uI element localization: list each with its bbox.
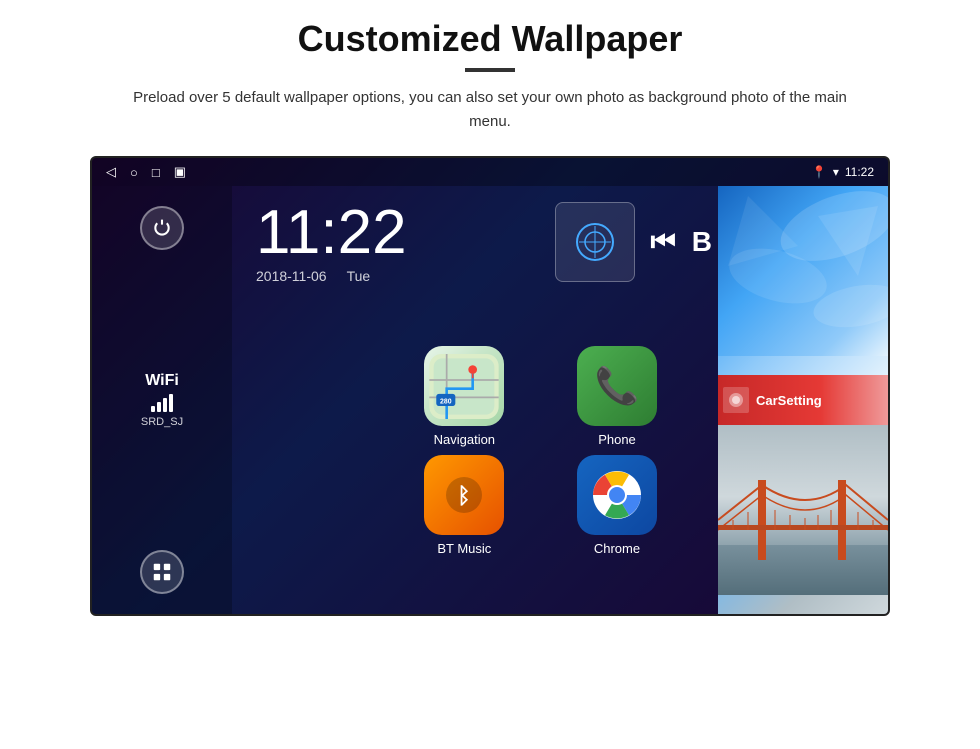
page-wrapper: Customized Wallpaper Preload over 5 defa… — [0, 0, 980, 749]
location-icon: 📍 — [812, 165, 827, 179]
svg-text:ᛒ: ᛒ — [458, 483, 471, 508]
nav-icons: ◁ ○ □ ▣ — [106, 164, 186, 180]
wallpaper-bridge[interactable] — [718, 425, 888, 614]
status-right: 📍 ▾ 11:22 — [812, 165, 874, 179]
media-row: ⏮ B — [555, 202, 712, 282]
btmusic-label: BT Music — [437, 541, 491, 556]
app-item-phone[interactable]: 📞 Phone — [545, 346, 690, 447]
wifi-status-icon: ▾ — [833, 165, 839, 179]
wifi-bar-3 — [163, 398, 167, 412]
screenshot-nav-icon[interactable]: ▣ — [174, 164, 186, 180]
page-subtitle: Preload over 5 default wallpaper options… — [120, 86, 860, 134]
chrome-label: Chrome — [594, 541, 640, 556]
navigation-label: Navigation — [434, 432, 495, 447]
left-sidebar: WiFi SRD_SJ — [92, 186, 232, 614]
app-item-btmusic[interactable]: ᛒ BT Music — [392, 455, 537, 556]
home-nav-icon[interactable]: ○ — [130, 165, 138, 180]
wifi-bar-2 — [157, 402, 161, 412]
phone-symbol: 📞 — [595, 365, 640, 407]
wifi-ssid: SRD_SJ — [141, 416, 183, 428]
power-button[interactable] — [140, 206, 184, 250]
title-divider — [465, 68, 515, 72]
navigation-icon[interactable]: 280 — [424, 346, 504, 426]
phone-label: Phone — [598, 432, 636, 447]
chrome-icon[interactable] — [577, 455, 657, 535]
app-item-navigation[interactable]: 280 Navigation — [392, 346, 537, 447]
center-content: 11:22 2018-11-06 Tue ⏮ B — [232, 186, 722, 614]
media-icon-box[interactable] — [555, 202, 635, 282]
wifi-info: WiFi SRD_SJ — [141, 372, 183, 428]
wallpaper-carsetting[interactable]: CarSetting — [718, 375, 888, 425]
status-time: 11:22 — [845, 165, 874, 179]
status-bar: ◁ ○ □ ▣ 📍 ▾ 11:22 — [92, 158, 888, 186]
media-letter-b: B — [692, 226, 712, 258]
wifi-label: WiFi — [141, 372, 183, 390]
btmusic-icon[interactable]: ᛒ — [424, 455, 504, 535]
svg-text:280: 280 — [440, 398, 452, 405]
android-screen: ◁ ○ □ ▣ 📍 ▾ 11:22 WiFi — [90, 156, 890, 616]
app-item-chrome[interactable]: Chrome — [545, 455, 690, 556]
wallpaper-ice[interactable] — [718, 186, 888, 375]
recent-nav-icon[interactable]: □ — [152, 165, 160, 180]
apps-button[interactable] — [140, 550, 184, 594]
carsetting-label: CarSetting — [756, 393, 822, 408]
wallpaper-panels: CarSetting — [718, 186, 888, 614]
media-prev-icon[interactable]: ⏮ — [651, 226, 676, 259]
clock-day-value: Tue — [347, 268, 371, 284]
page-title: Customized Wallpaper — [298, 18, 683, 60]
phone-icon[interactable]: 📞 — [577, 346, 657, 426]
back-nav-icon[interactable]: ◁ — [106, 164, 116, 180]
wifi-bars — [141, 394, 183, 412]
clock-date-value: 2018-11-06 — [256, 268, 327, 284]
wifi-bar-1 — [151, 406, 155, 412]
wifi-bar-4 — [169, 394, 173, 412]
